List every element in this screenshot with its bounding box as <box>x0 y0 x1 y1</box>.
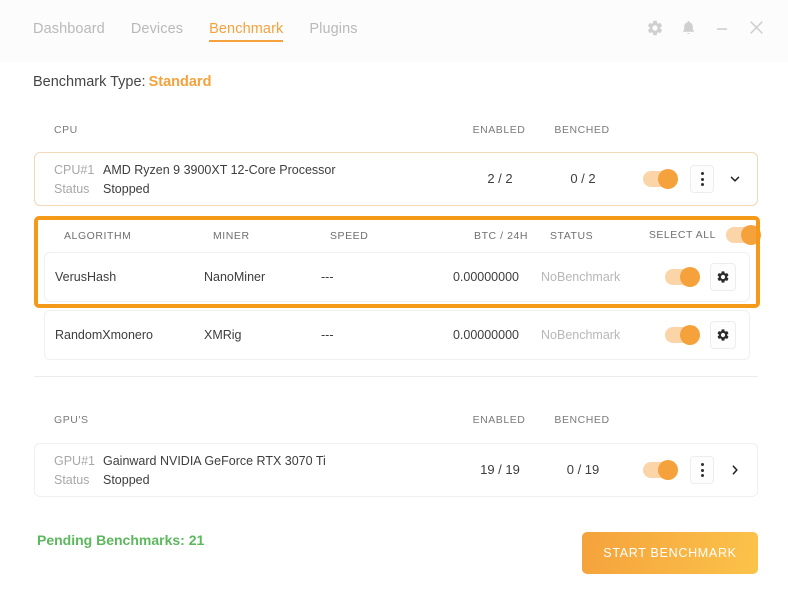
gpu-status-value: Stopped <box>103 473 150 487</box>
algorithm-row-randomxmonero[interactable]: RandomXmonero XMRig --- 0.00000000 NoBen… <box>44 310 750 360</box>
gpu-device-name: Gainward NVIDIA GeForce RTX 3070 Ti <box>103 454 326 468</box>
cpu-device-id: CPU#1 <box>54 163 95 177</box>
close-icon[interactable] <box>747 18 766 37</box>
select-all-label: SELECT ALL <box>648 229 716 241</box>
gpu-column-label: GPU'S <box>54 414 89 426</box>
dot <box>700 468 704 472</box>
toggle-knob <box>658 169 678 189</box>
dot <box>700 183 704 186</box>
gpu-device-status-line: Status Stopped <box>54 471 326 490</box>
algorithm-settings-gear-icon[interactable] <box>710 321 736 349</box>
section-divider <box>34 376 758 377</box>
cpu-device-controls <box>643 153 743 205</box>
cpu-benched-label: BENCHED <box>554 124 610 136</box>
column-header-speed: SPEED <box>330 230 369 242</box>
nav-tab-dashboard[interactable]: Dashboard <box>33 21 105 42</box>
cpu-status-value: Stopped <box>103 182 150 196</box>
cpu-enabled-value: 2 / 2 <box>487 171 513 186</box>
algorithm-row-controls <box>665 311 736 359</box>
window-controls <box>646 18 766 37</box>
select-all-toggle[interactable] <box>726 225 761 245</box>
gpu-device-name-line: GPU#1 Gainward NVIDIA GeForce RTX 3070 Ti <box>54 452 326 471</box>
benchmark-type: Benchmark Type: Standard <box>33 74 211 90</box>
toggle-knob <box>658 460 678 480</box>
algorithm-name: VerusHash <box>55 270 117 284</box>
algorithm-toggle[interactable] <box>665 267 700 287</box>
benchmark-type-value[interactable]: Standard <box>149 74 212 90</box>
title-bar: Dashboard Devices Benchmark Plugins <box>0 0 788 62</box>
column-header-status: STATUS <box>550 230 594 242</box>
algorithm-status: NoBenchmark <box>541 270 621 284</box>
column-header-algorithm: ALGORITHM <box>64 230 132 242</box>
algorithm-row-verushash[interactable]: VerusHash NanoMiner --- 0.00000000 NoBen… <box>44 252 750 302</box>
gpu-device-id: GPU#1 <box>54 454 95 468</box>
main-navigation: Dashboard Devices Benchmark Plugins <box>33 21 358 42</box>
bell-icon[interactable] <box>680 19 697 37</box>
gpu-device-toggle[interactable] <box>643 460 678 480</box>
nav-tab-benchmark[interactable]: Benchmark <box>209 21 284 42</box>
cpu-device-card[interactable]: CPU#1 AMD Ryzen 9 3900XT 12-Core Processo… <box>34 152 758 206</box>
cpu-section-header: CPU ENABLED BENCHED <box>34 124 760 148</box>
cpu-device-menu-button[interactable] <box>690 165 714 193</box>
gpu-enabled-label: ENABLED <box>472 414 526 426</box>
benchmark-type-label: Benchmark Type: <box>33 74 146 90</box>
algorithm-table-header: ALGORITHM MINER SPEED BTC / 24H STATUS S… <box>54 225 761 250</box>
cpu-status-label: Status <box>54 182 90 196</box>
cpu-device-status-line: Status Stopped <box>54 180 336 199</box>
chevron-down-icon[interactable] <box>727 172 743 186</box>
cpu-benched-value: 0 / 2 <box>570 171 596 186</box>
gpu-device-info: GPU#1 Gainward NVIDIA GeForce RTX 3070 Ti… <box>54 452 326 490</box>
cpu-enabled-label: ENABLED <box>472 124 526 136</box>
gpu-benched-value: 0 / 19 <box>566 462 600 477</box>
dot <box>700 474 704 477</box>
cpu-device-name-line: CPU#1 AMD Ryzen 9 3900XT 12-Core Processo… <box>54 161 336 180</box>
gpu-device-menu-button[interactable] <box>690 456 714 484</box>
algorithm-btc: 0.00000000 <box>452 328 519 342</box>
dot <box>700 177 704 181</box>
gpu-device-card[interactable]: GPU#1 Gainward NVIDIA GeForce RTX 3070 Ti… <box>34 443 758 497</box>
cpu-device-name: AMD Ryzen 9 3900XT 12-Core Processor <box>103 163 336 177</box>
algorithm-speed: --- <box>321 328 334 342</box>
nav-tab-devices[interactable]: Devices <box>131 21 183 42</box>
gpu-enabled-value: 19 / 19 <box>480 462 520 477</box>
algorithm-miner: NanoMiner <box>204 270 266 284</box>
algorithm-name: RandomXmonero <box>55 328 153 342</box>
cpu-column-label: CPU <box>54 124 78 136</box>
toggle-knob <box>680 325 700 345</box>
gear-icon[interactable] <box>646 19 664 37</box>
gpu-section-header: GPU'S ENABLED BENCHED <box>34 414 760 438</box>
algorithm-status: NoBenchmark <box>541 328 621 342</box>
nav-tab-plugins[interactable]: Plugins <box>309 21 357 42</box>
algorithm-row-controls <box>665 253 736 301</box>
select-all-control: SELECT ALL <box>648 225 761 245</box>
pending-benchmarks-label: Pending Benchmarks: 21 <box>37 532 205 548</box>
gpu-status-label: Status <box>54 473 90 487</box>
column-header-btc: BTC / 24H <box>474 230 528 242</box>
column-header-miner: MINER <box>213 230 250 242</box>
gpu-benched-label: BENCHED <box>554 414 610 426</box>
algorithm-settings-gear-icon[interactable] <box>710 263 736 291</box>
dot <box>700 463 704 466</box>
toggle-knob <box>680 267 700 287</box>
cpu-device-info: CPU#1 AMD Ryzen 9 3900XT 12-Core Processo… <box>54 161 336 199</box>
algorithm-btc: 0.00000000 <box>452 270 519 284</box>
algorithm-toggle[interactable] <box>665 325 700 345</box>
toggle-knob <box>741 225 761 245</box>
minimize-icon[interactable] <box>713 19 731 37</box>
chevron-right-icon[interactable] <box>727 463 743 477</box>
algorithm-speed: --- <box>321 270 334 284</box>
algorithm-miner: XMRig <box>204 328 242 342</box>
gpu-device-controls <box>643 444 743 496</box>
cpu-device-toggle[interactable] <box>643 169 678 189</box>
dot <box>700 172 704 175</box>
start-benchmark-button[interactable]: START BENCHMARK <box>582 532 758 574</box>
